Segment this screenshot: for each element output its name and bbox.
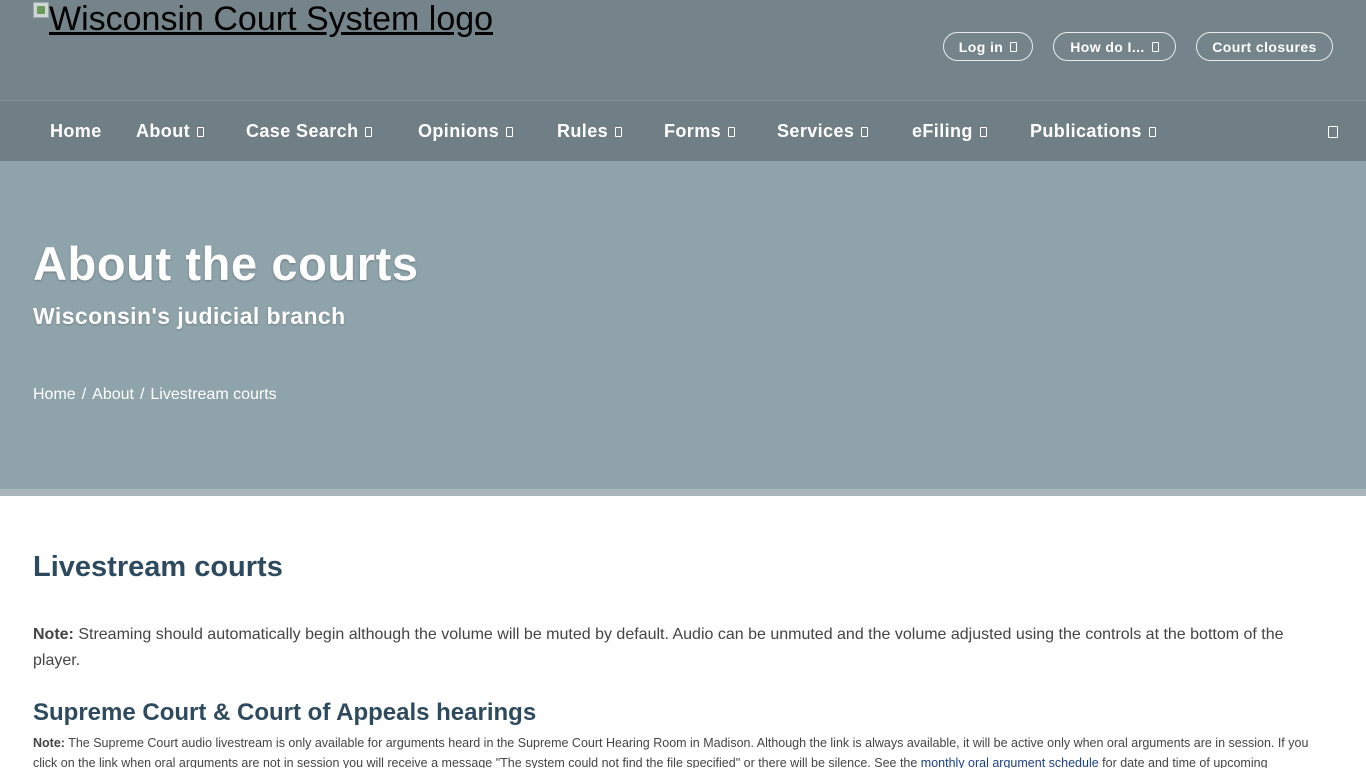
nav-item-label: Forms (664, 121, 722, 141)
breadcrumb-separator: / (139, 386, 145, 403)
nav-item-label: eFiling (912, 121, 973, 141)
dropdown-icon (728, 126, 736, 137)
dropdown-icon (979, 126, 987, 137)
hero-title: About the courts (33, 237, 419, 290)
note-label: Note: (33, 626, 74, 643)
streaming-note: Note: Streaming should automatically beg… (33, 622, 1333, 674)
breadcrumb-about[interactable]: About (92, 386, 134, 404)
nav-item-home[interactable]: Home (50, 101, 102, 162)
nav-item-case-search[interactable]: Case Search (246, 101, 373, 162)
oral-argument-schedule-link[interactable]: monthly oral argument schedule (921, 756, 1099, 768)
nav-item-label: Case Search (246, 121, 359, 141)
note-text: for date and time of upcoming (1098, 756, 1268, 768)
supreme-court-note: Note: The Supreme Court audio livestream… (33, 733, 1333, 768)
search-toggle-button[interactable] (1328, 101, 1338, 162)
dropdown-icon (1151, 41, 1159, 52)
dropdown-icon (196, 126, 204, 137)
broken-image-icon (33, 2, 49, 18)
breadcrumb-current: Livestream courts (150, 386, 277, 403)
dropdown-icon (365, 126, 373, 137)
court-closures-button[interactable]: Court closures (1196, 32, 1333, 61)
nav-item-rules[interactable]: Rules (557, 101, 623, 162)
main-nav: Home About Case Search Opinions Rules Fo… (0, 100, 1366, 161)
how-do-i-label: How do I... (1070, 38, 1145, 55)
logo-alt-text: Wisconsin Court System logo (49, 0, 494, 38)
nav-item-label: Opinions (418, 121, 500, 141)
login-button[interactable]: Log in (943, 32, 1033, 61)
nav-item-publications[interactable]: Publications (1030, 101, 1156, 162)
site-header: Wisconsin Court System logo Log in How d… (0, 0, 1366, 100)
nav-item-about[interactable]: About (136, 101, 204, 162)
breadcrumb: Home / About / Livestream courts (33, 386, 277, 404)
dropdown-icon (615, 126, 623, 137)
search-icon (1328, 125, 1338, 138)
nav-item-label: Home (50, 121, 102, 141)
nav-item-services[interactable]: Services (777, 101, 869, 162)
page-heading: Livestream courts (33, 551, 283, 583)
hero-divider (0, 489, 1366, 496)
nav-item-opinions[interactable]: Opinions (418, 101, 514, 162)
breadcrumb-separator: / (81, 386, 87, 403)
nav-item-label: About (136, 121, 190, 141)
note-label: Note: (33, 736, 65, 750)
site-logo-link[interactable]: Wisconsin Court System logo (33, 0, 493, 38)
dropdown-icon (1010, 41, 1018, 52)
dropdown-icon (861, 126, 869, 137)
nav-item-efiling[interactable]: eFiling (912, 101, 987, 162)
note-text: Streaming should automatically begin alt… (33, 626, 1284, 669)
hero-subtitle: Wisconsin's judicial branch (33, 303, 346, 329)
breadcrumb-home[interactable]: Home (33, 386, 76, 404)
dropdown-icon (1148, 126, 1156, 137)
section-heading: Supreme Court & Court of Appeals hearing… (33, 699, 537, 726)
how-do-i-button[interactable]: How do I... (1053, 32, 1176, 61)
nav-item-label: Publications (1030, 121, 1142, 141)
nav-item-label: Services (777, 121, 855, 141)
court-closures-label: Court closures (1212, 38, 1317, 55)
login-label: Log in (958, 38, 1004, 55)
nav-item-label: Rules (557, 121, 609, 141)
dropdown-icon (506, 126, 514, 137)
nav-item-forms[interactable]: Forms (664, 101, 736, 162)
